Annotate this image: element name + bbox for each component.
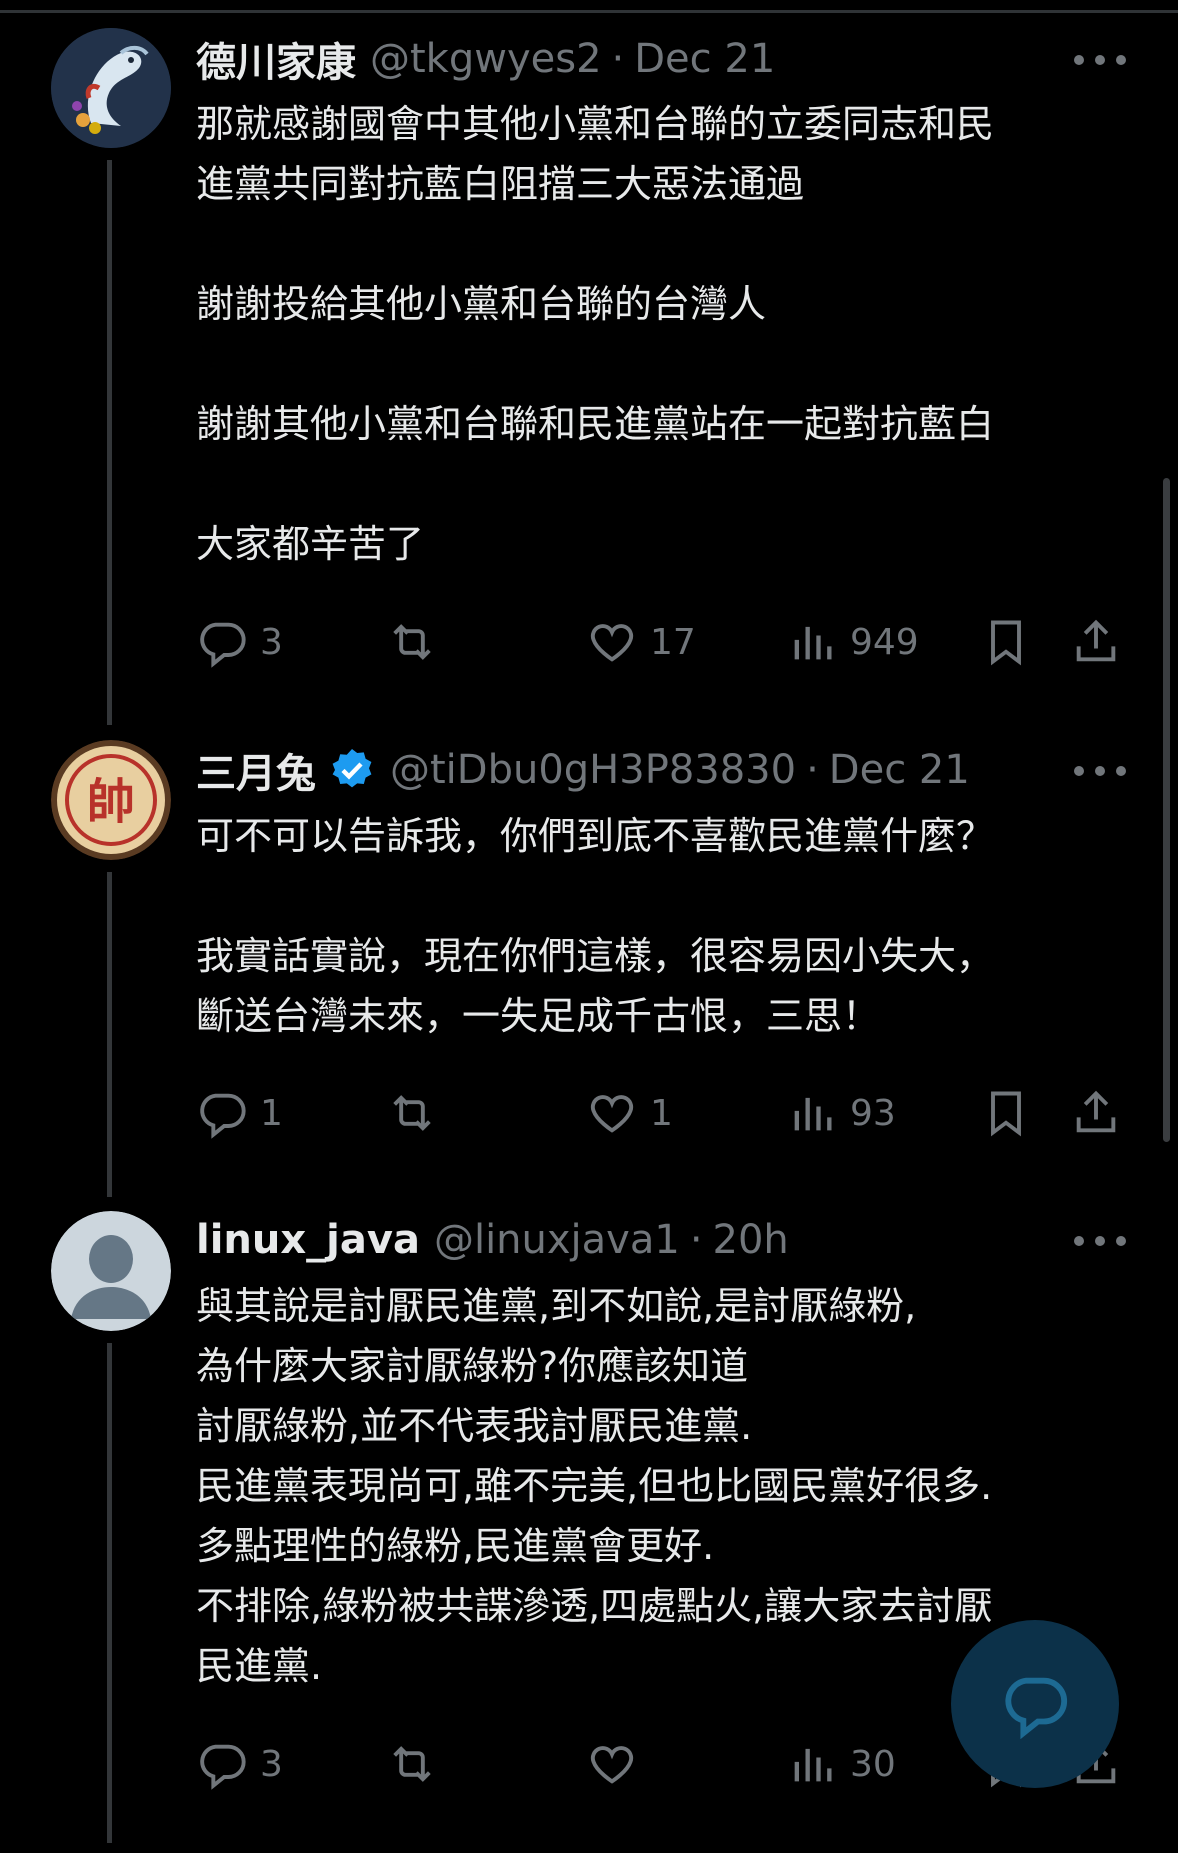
heart-icon — [590, 1746, 634, 1784]
views-count: 93 — [850, 1092, 896, 1134]
dolphin-avatar-icon — [51, 28, 171, 148]
tweet-date[interactable]: Dec 21 — [829, 747, 970, 793]
like-count: 1 — [650, 1092, 673, 1134]
top-divider — [0, 10, 1178, 13]
tweet-actions: 3 17 949 — [196, 612, 1126, 672]
retweet-icon — [393, 1746, 431, 1782]
heart-icon — [590, 624, 634, 662]
chess-piece-avatar-icon: 帥 — [51, 740, 171, 860]
more-dots-icon[interactable] — [1074, 40, 1126, 80]
retweet-button[interactable] — [386, 1083, 450, 1143]
like-button[interactable]: 17 — [586, 612, 696, 672]
separator: · — [806, 747, 819, 793]
tweet-header: linux_java @linuxjava1 · 20h — [196, 1210, 789, 1270]
reply-button[interactable]: 3 — [196, 612, 283, 672]
retweet-button[interactable] — [386, 1734, 450, 1794]
reply-button[interactable]: 3 — [196, 1734, 283, 1794]
tweet-date[interactable]: 20h — [713, 1217, 789, 1263]
bookmark-icon — [991, 620, 1021, 666]
like-button[interactable] — [586, 1734, 650, 1794]
thread-line — [107, 872, 112, 1197]
retweet-icon — [393, 624, 431, 660]
views-button[interactable]: 949 — [786, 612, 919, 672]
scrollbar[interactable] — [1163, 478, 1170, 1142]
tweet-header: 德川家康 @tkgwyes2 · Dec 21 — [196, 29, 775, 89]
avatar[interactable]: 帥 — [51, 740, 171, 860]
compose-reply-icon — [1005, 1677, 1068, 1739]
tweet-text: 那就感謝國會中其他小黨和台聯的立委同志和民 進黨共同對抗藍白阻擋三大惡法通過 謝… — [196, 102, 995, 566]
bookmark-button[interactable] — [980, 612, 1032, 672]
views-button[interactable]: 93 — [786, 1083, 896, 1143]
heart-icon — [590, 1095, 634, 1133]
reply-count: 3 — [260, 621, 283, 663]
tweet-date[interactable]: Dec 21 — [634, 36, 775, 82]
handle-text: @tkgwyes2 — [370, 36, 602, 82]
views-bar-chart-icon — [794, 1748, 832, 1782]
retweet-button[interactable] — [386, 612, 450, 672]
reply-bubble-icon — [200, 1744, 246, 1790]
reply-bubble-icon — [200, 622, 246, 668]
avatar-glyph: 帥 — [87, 774, 135, 830]
display-name[interactable]: 德川家康 — [196, 30, 356, 88]
compose-reply-button[interactable] — [951, 1620, 1119, 1788]
share-button[interactable] — [1070, 612, 1122, 672]
share-upload-icon — [1076, 1090, 1116, 1133]
tweet-header: 三月兔 @tiDbu0gH3P83830 · Dec 21 — [196, 740, 970, 800]
bookmark-button[interactable] — [980, 1083, 1032, 1143]
separator: · — [611, 36, 625, 82]
bottom-edge — [0, 1843, 1178, 1853]
like-count: 17 — [650, 621, 696, 663]
reply-count: 3 — [260, 1743, 283, 1785]
reply-count: 1 — [260, 1092, 283, 1134]
handle-text: @tiDbu0gH3P83830 — [390, 747, 797, 793]
views-button[interactable]: 30 — [786, 1734, 896, 1794]
handle-text: @linuxjava1 — [433, 1217, 680, 1263]
tweet-actions: 1 1 93 — [196, 1083, 1126, 1143]
user-handle[interactable]: @linuxjava1 · 20h — [434, 1217, 789, 1263]
display-name[interactable]: 三月兔 — [196, 741, 316, 799]
verified-badge-icon — [328, 746, 376, 794]
retweet-icon — [393, 1095, 431, 1131]
more-dots-icon[interactable] — [1074, 751, 1126, 791]
reply-button[interactable]: 1 — [196, 1083, 283, 1143]
separator: · — [689, 1217, 703, 1263]
more-dots-icon[interactable] — [1074, 1221, 1126, 1261]
avatar[interactable] — [51, 1211, 171, 1331]
user-handle[interactable]: @tkgwyes2 · Dec 21 — [370, 36, 775, 82]
default-user-avatar-icon — [51, 1211, 171, 1331]
views-bar-chart-icon — [794, 626, 832, 660]
bookmark-icon — [991, 1091, 1021, 1137]
like-button[interactable]: 1 — [586, 1083, 673, 1143]
avatar[interactable] — [51, 28, 171, 148]
display-name[interactable]: linux_java — [196, 1217, 420, 1263]
reply-bubble-icon — [200, 1093, 246, 1139]
share-button[interactable] — [1070, 1083, 1122, 1143]
thread-line — [107, 1343, 112, 1843]
views-bar-chart-icon — [794, 1097, 832, 1131]
timeline: 德川家康 @tkgwyes2 · Dec 21 那就感謝國會中其他小黨和台聯的立委同… — [0, 0, 1178, 1853]
user-handle[interactable]: @tiDbu0gH3P83830 · Dec 21 — [390, 747, 970, 793]
thread-line — [107, 160, 112, 725]
views-count: 30 — [850, 1743, 896, 1785]
views-count: 949 — [850, 621, 919, 663]
share-upload-icon — [1076, 619, 1116, 662]
tweet-text: 可不可以告訴我，你們到底不喜歡民進黨什麼？ 我實話實說，現在你們這樣，很容易因小… — [196, 814, 995, 1038]
